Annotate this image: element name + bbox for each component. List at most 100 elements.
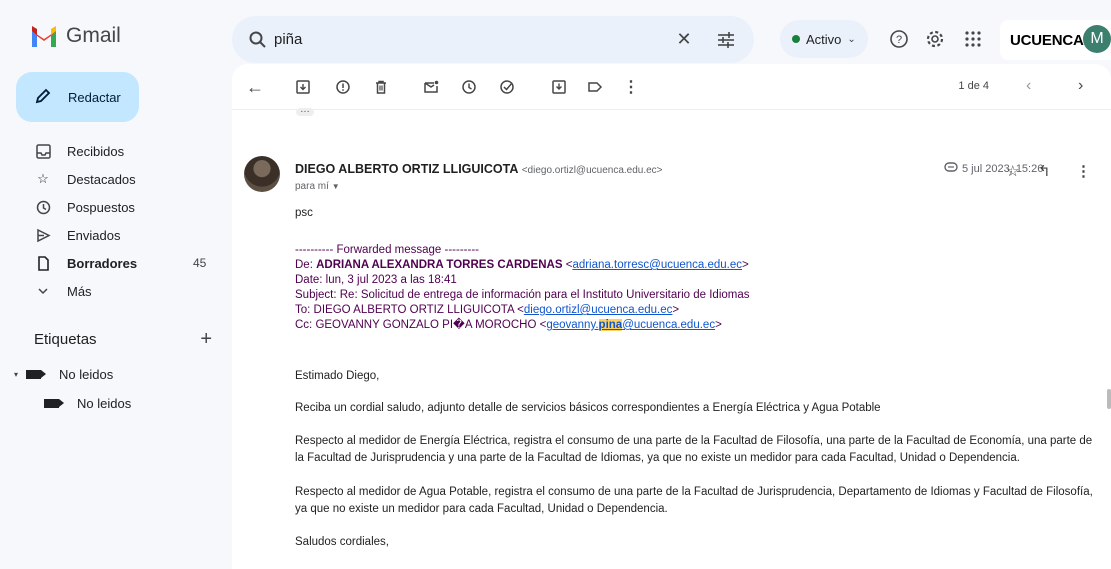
forwarded-block: ---------- Forwarded message --------- D…	[295, 243, 1095, 333]
archive-icon[interactable]	[294, 78, 312, 96]
cc-prefix: Cc: GEOVANNY GONZALO PI�A MOROCHO <	[295, 319, 547, 331]
snooze-action-icon[interactable]	[460, 78, 478, 96]
message-toolbar: ← ⋮ 1 de 4 ‹ ›	[232, 64, 1111, 110]
label-item[interactable]: No leidos	[44, 391, 131, 415]
filter-icon[interactable]	[716, 30, 736, 50]
snooze-icon	[34, 198, 52, 216]
search-icon[interactable]	[248, 30, 268, 50]
status-selector[interactable]: Activo ⌄	[780, 20, 868, 58]
sidebar-item-starred[interactable]: ☆ Destacados	[0, 165, 232, 193]
sender-email: <diego.ortizl@ucuenca.edu.ec>	[521, 165, 663, 176]
more-icon[interactable]: ⋮	[1076, 162, 1091, 180]
from-name: ADRIANA ALEXANDRA TORRES CARDENAS	[316, 259, 563, 271]
labels-title: Etiquetas	[34, 331, 97, 348]
label-name: No leidos	[59, 366, 114, 382]
move-icon[interactable]	[550, 78, 568, 96]
forwarded-subject: Subject: Re: Solicitud de entrega de inf…	[295, 289, 750, 301]
reply-icon[interactable]: ↰	[1038, 162, 1051, 180]
pagination-text: 1 de 4	[958, 80, 989, 92]
to-prefix: To: DIEGO ALBERTO ORTIZ LLIGUICOTA <	[295, 304, 524, 316]
sidebar-item-label: Más	[67, 283, 92, 299]
body-paragraph: Respecto al medidor de Agua Potable, reg…	[295, 486, 1093, 515]
scrollbar[interactable]	[1107, 389, 1111, 409]
cc-email-part: @ucuenca.edu.ec	[622, 319, 716, 331]
recipient-label: para mí	[295, 181, 329, 192]
clear-icon[interactable]: ✕	[674, 29, 694, 50]
status-dot-icon	[792, 35, 800, 43]
from-gt: >	[742, 259, 749, 271]
sidebar-item-label: Recibidos	[67, 143, 125, 159]
organization-name: UCUENCA	[1010, 31, 1084, 49]
search-bar[interactable]: piña ✕	[232, 16, 754, 63]
compose-label: Redactar	[68, 89, 121, 105]
help-icon[interactable]: ?	[888, 28, 910, 50]
forwarded-cc: Cc: GEOVANNY GONZALO PI�A MOROCHO <geova…	[295, 318, 1095, 333]
search-highlight: pina	[598, 319, 623, 331]
inbox-icon	[34, 142, 52, 160]
back-icon[interactable]: ←	[246, 77, 264, 97]
top-bar: Gmail piña ✕ Activo ⌄ ? UCUENCA M	[0, 0, 1111, 64]
more-icon[interactable]: ⋮	[622, 78, 640, 96]
compose-button[interactable]: Redactar	[16, 72, 139, 122]
search-input[interactable]: piña	[274, 31, 674, 48]
body-paragraph: Respecto al medidor de Energía Eléctrica…	[295, 435, 1093, 464]
settings-icon[interactable]	[924, 28, 946, 50]
label-item[interactable]: ▾ No leidos	[14, 362, 113, 386]
message-meta: 5 jul 2023, 15:26	[944, 162, 1043, 175]
caret-down-icon: ▼	[331, 182, 340, 191]
attachment-label-icon	[944, 162, 958, 175]
avatar[interactable]: M	[1083, 25, 1111, 53]
pencil-icon	[34, 87, 52, 108]
next-icon[interactable]: ›	[1078, 77, 1083, 95]
apps-icon[interactable]	[962, 28, 984, 50]
report-icon[interactable]	[334, 78, 352, 96]
drafts-count: 45	[193, 256, 207, 270]
closing: Saludos cordiales,	[295, 536, 389, 548]
draft-icon	[34, 254, 52, 272]
label-action-icon[interactable]	[586, 78, 604, 96]
to-gt: >	[672, 304, 680, 316]
caret-down-icon[interactable]: ▾	[14, 370, 18, 379]
sender-name[interactable]: DIEGO ALBERTO ORTIZ LLIGUICOTA	[295, 162, 518, 176]
add-task-icon[interactable]	[498, 78, 516, 96]
sidebar-item-label: Enviados	[67, 227, 121, 243]
add-label-icon[interactable]: +	[200, 328, 212, 351]
collapsed-quote-icon[interactable]: …	[296, 105, 314, 116]
from-email-link[interactable]: adriana.torresc@ucuenca.edu.ec	[572, 259, 742, 271]
sidebar-item-snoozed[interactable]: Pospuestos	[0, 193, 232, 221]
chevron-down-icon: ⌄	[847, 33, 856, 45]
cc-gt: >	[715, 319, 722, 331]
message-body: psc ---------- Forwarded message -------…	[295, 206, 1095, 550]
label-name: No leidos	[77, 395, 132, 411]
sidebar-item-drafts[interactable]: Borradores 45	[0, 249, 232, 277]
cc-email-part: geovanny.	[546, 319, 599, 331]
mark-unread-icon[interactable]	[422, 78, 440, 96]
send-icon	[34, 226, 52, 244]
gmail-logo[interactable]: Gmail	[30, 24, 121, 48]
body-line: psc	[295, 207, 313, 219]
greeting: Estimado Diego,	[295, 370, 380, 382]
labels-header: Etiquetas +	[34, 328, 212, 351]
from-lt: <	[562, 259, 573, 271]
gmail-logo-icon	[30, 25, 58, 47]
sidebar-item-label: Destacados	[67, 171, 136, 187]
status-label: Activo	[806, 31, 842, 47]
app-name: Gmail	[66, 24, 121, 47]
sender-line: DIEGO ALBERTO ORTIZ LLIGUICOTA <diego.or…	[295, 162, 663, 176]
label-tag-icon	[44, 398, 64, 408]
sidebar-item-more[interactable]: Más	[0, 277, 232, 305]
sidebar-item-label: Pospuestos	[67, 199, 135, 215]
svg-text:?: ?	[896, 34, 902, 46]
from-prefix: De:	[295, 259, 317, 271]
forwarded-date: Date: lun, 3 jul 2023 a las 18:41	[295, 274, 457, 286]
delete-icon[interactable]	[372, 78, 390, 96]
sender-avatar[interactable]	[244, 156, 280, 192]
to-email-link[interactable]: diego.ortizl@ucuenca.edu.ec	[524, 304, 673, 316]
sidebar-nav: Recibidos ☆ Destacados Pospuestos Enviad…	[0, 137, 232, 305]
sidebar-item-inbox[interactable]: Recibidos	[0, 137, 232, 165]
star-icon[interactable]: ☆	[1006, 162, 1019, 180]
recipient-dropdown[interactable]: para mí ▼	[295, 181, 340, 192]
cc-email-link[interactable]: geovanny.pina@ucuenca.edu.ec	[546, 319, 715, 331]
prev-icon[interactable]: ‹	[1026, 77, 1031, 95]
sidebar-item-sent[interactable]: Enviados	[0, 221, 232, 249]
